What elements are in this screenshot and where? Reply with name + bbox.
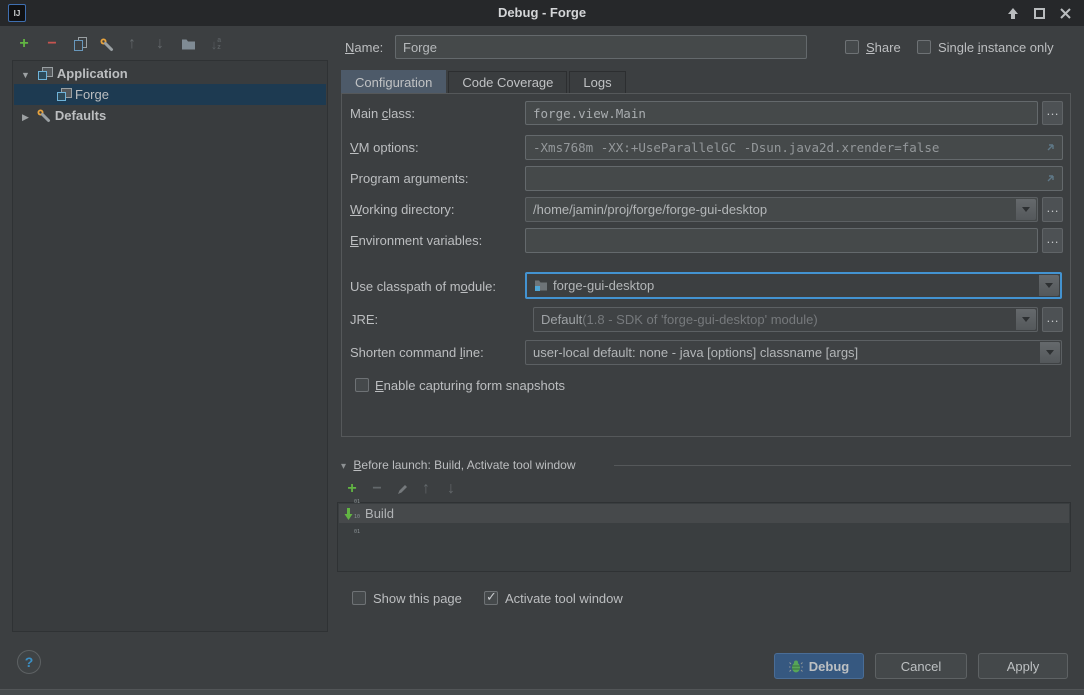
config-tree: Application Forge Defaults	[12, 60, 328, 632]
share-checkbox[interactable]	[845, 40, 859, 54]
activate-tool-window-label[interactable]: Activate tool window	[505, 591, 623, 606]
shorten-command-line-label: Shorten command line:	[350, 345, 484, 360]
form-snapshots-label[interactable]: Enable capturing form snapshots	[375, 378, 565, 393]
apply-button[interactable]: Apply	[978, 653, 1068, 679]
vm-options-label: VM options:	[350, 140, 419, 155]
move-task-up-icon[interactable]	[416, 479, 436, 499]
tab-code-coverage[interactable]: Code Coverage	[448, 71, 567, 93]
name-input[interactable]	[395, 35, 807, 59]
program-arguments-label: Program arguments:	[350, 171, 469, 186]
window-hide-button[interactable]	[1004, 5, 1022, 21]
edit-defaults-wrench-icon[interactable]	[96, 34, 116, 54]
cancel-button[interactable]: Cancel	[875, 653, 967, 679]
close-icon	[1060, 8, 1071, 19]
add-config-icon[interactable]	[14, 34, 34, 54]
working-directory-browse-button[interactable]	[1042, 197, 1063, 222]
tree-item-defaults[interactable]: Defaults	[14, 105, 326, 126]
expand-field-icon[interactable]	[1044, 142, 1056, 157]
activate-tool-window-checkbox[interactable]	[484, 591, 498, 605]
tree-item-application[interactable]: Application	[14, 63, 326, 84]
shorten-command-line-combobox[interactable]: user-local default: none - java [options…	[525, 340, 1062, 365]
new-folder-icon[interactable]	[178, 34, 198, 54]
move-down-icon[interactable]	[150, 34, 170, 54]
window-bottom-edge	[0, 689, 1084, 695]
task-label: Build	[365, 506, 394, 521]
tab-bar: Configuration Code Coverage Logs	[341, 70, 628, 93]
working-directory-label: Working directory:	[350, 202, 455, 217]
help-button[interactable]: ?	[17, 650, 41, 674]
main-class-browse-button[interactable]	[1042, 101, 1063, 125]
application-icon	[57, 88, 72, 102]
tree-item-forge[interactable]: Forge	[14, 84, 326, 105]
sort-alphabetically-icon[interactable]: az	[206, 34, 226, 54]
environment-variables-browse-button[interactable]	[1042, 228, 1063, 253]
program-arguments-input[interactable]	[525, 166, 1063, 191]
dropdown-arrow-icon[interactable]	[1016, 309, 1036, 330]
before-launch-separator	[614, 465, 1071, 466]
name-label: Name:	[345, 40, 383, 55]
jre-label: JRE:	[350, 312, 378, 327]
maximize-icon	[1034, 8, 1045, 19]
expand-field-icon[interactable]	[1044, 173, 1056, 188]
wrench-icon	[36, 108, 51, 123]
before-launch-list: Build	[337, 502, 1071, 572]
chevron-down-icon[interactable]	[21, 66, 30, 81]
remove-task-icon[interactable]	[367, 479, 387, 499]
share-label[interactable]: Share	[866, 40, 901, 55]
tab-logs[interactable]: Logs	[569, 71, 625, 93]
window-close-button[interactable]	[1056, 5, 1074, 21]
working-directory-combobox[interactable]: /home/jamin/proj/forge/forge-gui-desktop	[525, 197, 1038, 222]
main-class-label: Main class:	[350, 106, 415, 121]
window-title: Debug - Forge	[0, 0, 1084, 26]
before-launch-header[interactable]: Before launch: Build, Activate tool wind…	[341, 458, 576, 472]
environment-variables-label: Environment variables:	[350, 233, 482, 248]
single-instance-checkbox[interactable]	[917, 40, 931, 54]
titlebar: IJ Debug - Forge	[0, 0, 1084, 26]
dropdown-arrow-icon[interactable]	[1039, 275, 1059, 296]
task-row-build[interactable]: Build	[339, 504, 1069, 523]
remove-config-icon[interactable]	[42, 34, 62, 54]
collapse-chevron-icon[interactable]	[341, 458, 346, 472]
copy-config-icon[interactable]	[70, 34, 90, 54]
module-icon	[534, 279, 548, 292]
dropdown-arrow-icon[interactable]	[1040, 342, 1060, 363]
tree-item-label: Defaults	[55, 108, 106, 123]
tree-item-label: Application	[57, 66, 128, 81]
form-snapshots-checkbox[interactable]	[355, 378, 369, 392]
chevron-right-icon[interactable]	[22, 108, 29, 123]
main-class-input[interactable]: forge.view.Main	[525, 101, 1038, 125]
bug-icon	[789, 660, 803, 673]
jre-browse-button[interactable]	[1042, 307, 1063, 332]
environment-variables-input[interactable]	[525, 228, 1038, 253]
debug-button[interactable]: Debug	[774, 653, 864, 679]
vm-options-input[interactable]: -Xms768m -XX:+UseParallelGC -Dsun.java2d…	[525, 135, 1063, 160]
compile-icon	[344, 491, 360, 536]
single-instance-label[interactable]: Single instance only	[938, 40, 1054, 55]
tab-configuration[interactable]: Configuration	[341, 70, 446, 93]
hide-arrow-icon	[1007, 8, 1019, 19]
edit-task-pencil-icon[interactable]	[392, 479, 412, 499]
move-up-icon[interactable]	[122, 34, 142, 54]
classpath-module-label: Use classpath of module:	[350, 279, 496, 294]
application-icon	[38, 67, 53, 81]
tree-item-label: Forge	[75, 87, 109, 102]
show-this-page-checkbox[interactable]	[352, 591, 366, 605]
window-maximize-button[interactable]	[1030, 5, 1048, 21]
jre-combobox[interactable]: Default (1.8 - SDK of 'forge-gui-desktop…	[533, 307, 1038, 332]
move-task-down-icon[interactable]	[441, 479, 461, 499]
classpath-module-combobox[interactable]: forge-gui-desktop	[525, 272, 1062, 299]
show-this-page-label[interactable]: Show this page	[373, 591, 462, 606]
dropdown-arrow-icon[interactable]	[1016, 199, 1036, 220]
